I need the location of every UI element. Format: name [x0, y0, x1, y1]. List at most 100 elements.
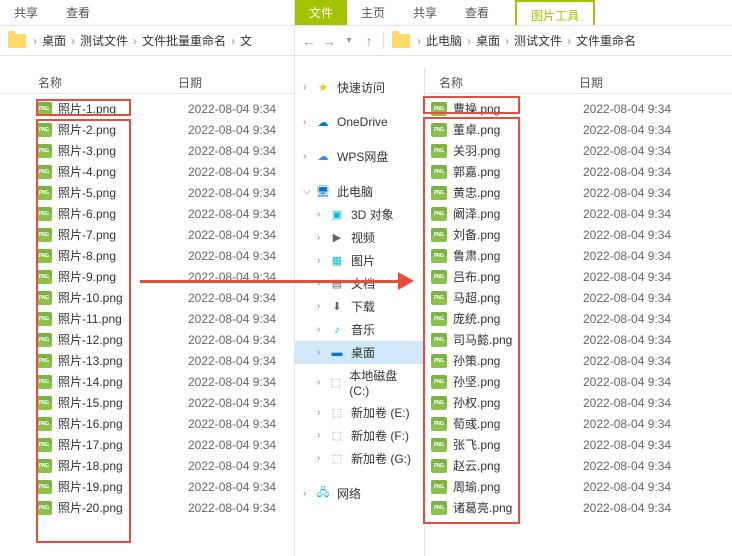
- file-name: 照片-3.png: [58, 142, 188, 159]
- crumb[interactable]: 测试文件: [512, 32, 564, 49]
- tab-view[interactable]: 查看: [52, 0, 104, 25]
- file-row[interactable]: 张飞.png2022-08-04 9:34: [425, 434, 732, 455]
- file-row[interactable]: 照片-18.png2022-08-04 9:34: [30, 455, 294, 476]
- file-row[interactable]: 吕布.png2022-08-04 9:34: [425, 266, 732, 287]
- file-date: 2022-08-04 9:34: [188, 396, 276, 410]
- crumb[interactable]: 桌面: [474, 32, 502, 49]
- sidebar-item[interactable]: ›▤文档: [295, 272, 424, 295]
- tab-file[interactable]: 文件: [295, 0, 347, 25]
- png-file-icon: [431, 375, 447, 389]
- file-name: 照片-15.png: [58, 394, 188, 411]
- file-row[interactable]: 照片-10.png2022-08-04 9:34: [30, 287, 294, 308]
- sidebar-item[interactable]: ›♪音乐: [295, 318, 424, 341]
- file-row[interactable]: 照片-2.png2022-08-04 9:34: [30, 119, 294, 140]
- file-row[interactable]: 鲁肃.png2022-08-04 9:34: [425, 245, 732, 266]
- file-row[interactable]: 照片-13.png2022-08-04 9:34: [30, 350, 294, 371]
- file-row[interactable]: 照片-14.png2022-08-04 9:34: [30, 371, 294, 392]
- sidebar-item-label: 图片: [351, 252, 375, 269]
- file-row[interactable]: 照片-12.png2022-08-04 9:34: [30, 329, 294, 350]
- col-name[interactable]: 名称: [431, 68, 571, 93]
- sidebar-this-pc[interactable]: ⌵ 🖥 此电脑: [295, 180, 424, 203]
- file-row[interactable]: 照片-16.png2022-08-04 9:34: [30, 413, 294, 434]
- file-row[interactable]: 照片-17.png2022-08-04 9:34: [30, 434, 294, 455]
- tab-share[interactable]: 共享: [399, 0, 451, 25]
- sidebar-item[interactable]: ›⬇下载: [295, 295, 424, 318]
- png-file-icon: [431, 438, 447, 452]
- file-row[interactable]: 黄忠.png2022-08-04 9:34: [425, 182, 732, 203]
- file-row[interactable]: 刘备.png2022-08-04 9:34: [425, 224, 732, 245]
- sidebar-item-label: 3D 对象: [351, 206, 394, 223]
- file-row[interactable]: 照片-8.png2022-08-04 9:34: [30, 245, 294, 266]
- forward-icon[interactable]: →: [319, 31, 339, 51]
- file-list-right[interactable]: 曹操.png2022-08-04 9:34董卓.png2022-08-04 9:…: [425, 94, 732, 556]
- file-row[interactable]: 周瑜.png2022-08-04 9:34: [425, 476, 732, 497]
- file-row[interactable]: 阚泽.png2022-08-04 9:34: [425, 203, 732, 224]
- sidebar-item[interactable]: ›▬桌面: [295, 341, 424, 364]
- sidebar-quick-access[interactable]: › ★ 快速访问: [295, 76, 424, 99]
- file-row[interactable]: 司马懿.png2022-08-04 9:34: [425, 329, 732, 350]
- sidebar-label: WPS网盘: [337, 148, 388, 165]
- col-date[interactable]: 日期: [571, 68, 732, 93]
- sidebar-item[interactable]: ›⬚本地磁盘 (C:): [295, 364, 424, 401]
- file-name: 张飞.png: [453, 436, 583, 453]
- file-row[interactable]: 孙坚.png2022-08-04 9:34: [425, 371, 732, 392]
- sidebar-item[interactable]: ›▶视频: [295, 226, 424, 249]
- crumb[interactable]: 测试文件: [78, 32, 130, 49]
- crumb[interactable]: 此电脑: [424, 32, 464, 49]
- file-row[interactable]: 郭嘉.png2022-08-04 9:34: [425, 161, 732, 182]
- sidebar-network[interactable]: › 🖧 网络: [295, 482, 424, 505]
- sidebar-item[interactable]: ›▣3D 对象: [295, 203, 424, 226]
- file-row[interactable]: 照片-5.png2022-08-04 9:34: [30, 182, 294, 203]
- file-row[interactable]: 孙权.png2022-08-04 9:34: [425, 392, 732, 413]
- tab-picture-tools[interactable]: 图片工具: [515, 0, 595, 25]
- png-file-icon: [36, 102, 52, 116]
- file-row[interactable]: 照片-3.png2022-08-04 9:34: [30, 140, 294, 161]
- sidebar-label: 快速访问: [337, 79, 385, 96]
- sidebar-item[interactable]: ›⬚新加卷 (G:): [295, 447, 424, 470]
- chevron-right-icon: ›: [317, 324, 327, 335]
- file-row[interactable]: 庞统.png2022-08-04 9:34: [425, 308, 732, 329]
- sidebar-wps[interactable]: › ☁ WPS网盘: [295, 145, 424, 168]
- sidebar-item[interactable]: ›▦图片: [295, 249, 424, 272]
- crumb[interactable]: 文件批量重命名: [140, 32, 228, 49]
- tab-home[interactable]: 主页: [347, 0, 399, 25]
- sidebar-item[interactable]: ›⬚新加卷 (E:): [295, 401, 424, 424]
- file-row[interactable]: 诸葛亮.png2022-08-04 9:34: [425, 497, 732, 518]
- col-date[interactable]: 日期: [170, 68, 294, 93]
- sidebar-onedrive[interactable]: › ☁ OneDrive: [295, 111, 424, 133]
- file-row[interactable]: 照片-7.png2022-08-04 9:34: [30, 224, 294, 245]
- file-row[interactable]: 照片-20.png2022-08-04 9:34: [30, 497, 294, 518]
- chevron-right-icon: ›: [317, 209, 327, 220]
- file-name: 孙策.png: [453, 352, 583, 369]
- file-row[interactable]: 孙策.png2022-08-04 9:34: [425, 350, 732, 371]
- file-row[interactable]: 照片-4.png2022-08-04 9:34: [30, 161, 294, 182]
- file-date: 2022-08-04 9:34: [583, 270, 671, 284]
- file-row[interactable]: 董卓.png2022-08-04 9:34: [425, 119, 732, 140]
- crumb[interactable]: 文件重命名: [574, 32, 638, 49]
- crumb[interactable]: 桌面: [40, 32, 68, 49]
- sidebar-item[interactable]: ›⬚新加卷 (F:): [295, 424, 424, 447]
- file-row[interactable]: 赵云.png2022-08-04 9:34: [425, 455, 732, 476]
- file-row[interactable]: 照片-9.png2022-08-04 9:34: [30, 266, 294, 287]
- file-row[interactable]: 照片-11.png2022-08-04 9:34: [30, 308, 294, 329]
- file-row[interactable]: 照片-15.png2022-08-04 9:34: [30, 392, 294, 413]
- back-icon[interactable]: ←: [299, 31, 319, 51]
- file-row[interactable]: 荀彧.png2022-08-04 9:34: [425, 413, 732, 434]
- col-name[interactable]: 名称: [30, 68, 170, 93]
- file-row[interactable]: 照片-6.png2022-08-04 9:34: [30, 203, 294, 224]
- file-date: 2022-08-04 9:34: [188, 186, 276, 200]
- dropdown-icon[interactable]: ▾: [339, 31, 359, 51]
- crumb[interactable]: 文: [238, 32, 254, 49]
- png-file-icon: [36, 375, 52, 389]
- tab-view[interactable]: 查看: [451, 0, 503, 25]
- file-row[interactable]: 照片-19.png2022-08-04 9:34: [30, 476, 294, 497]
- file-row[interactable]: 照片-1.png2022-08-04 9:34: [30, 98, 294, 119]
- file-row[interactable]: 关羽.png2022-08-04 9:34: [425, 140, 732, 161]
- file-row[interactable]: 曹操.png2022-08-04 9:34: [425, 98, 732, 119]
- file-row[interactable]: 马超.png2022-08-04 9:34: [425, 287, 732, 308]
- tab-share[interactable]: 共享: [0, 0, 52, 25]
- up-icon[interactable]: ↑: [359, 31, 379, 51]
- file-name: 照片-13.png: [58, 352, 188, 369]
- file-list-left[interactable]: 照片-1.png2022-08-04 9:34照片-2.png2022-08-0…: [0, 94, 294, 556]
- png-file-icon: [36, 459, 52, 473]
